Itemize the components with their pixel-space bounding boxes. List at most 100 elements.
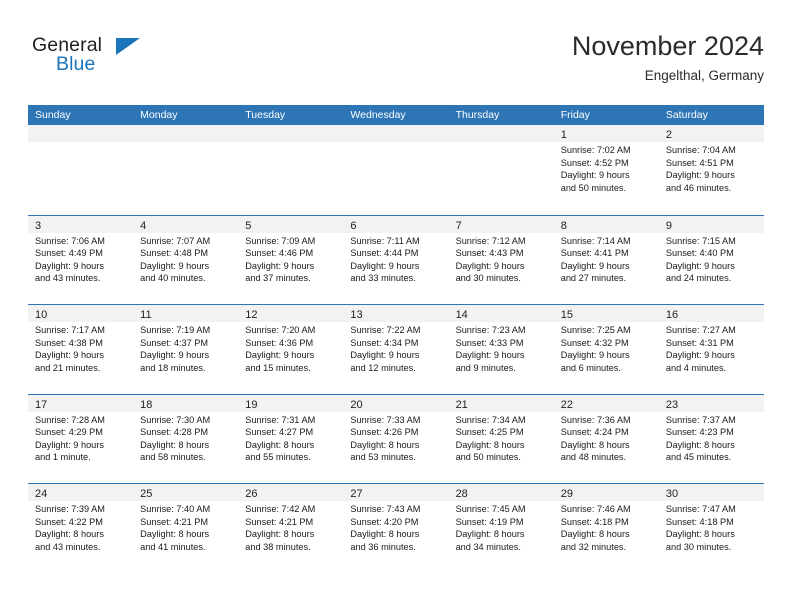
day-number-band: 7 — [448, 215, 554, 233]
calendar-day-cell[interactable]: 3 Sunrise: 7:06 AM Sunset: 4:49 PM Daylight… — [28, 215, 134, 305]
daylight-text-line2: and 34 minutes. — [455, 541, 521, 552]
calendar-day-cell[interactable]: 22 Sunrise: 7:36 AM Sunset: 4:24 PM Dayligh… — [553, 394, 659, 484]
day-number: 16 — [665, 309, 679, 321]
sunrise-text: Sunrise: 7:11 AM — [350, 235, 420, 246]
calendar-day-cell[interactable]: 28 Sunrise: 7:45 AM Sunset: 4:19 PM Dayligh… — [448, 484, 554, 573]
calendar-day-cell[interactable]: 12 Sunrise: 7:20 AM Sunset: 4:36 PM Dayligh… — [238, 305, 344, 394]
sunrise-text: Sunrise: 7:37 AM — [665, 414, 736, 425]
page-title: November 2024 — [571, 31, 764, 61]
sunrise-text: Sunrise: 7:20 AM — [245, 325, 316, 335]
page-subtitle: Engelthal, Germany — [644, 68, 764, 83]
day-details: Sunrise: 7:15 AM Sunset: 4:40 PM Daylight:… — [659, 233, 764, 285]
sunrise-text: Sunrise: 7:31 AM — [245, 414, 316, 425]
day-number-band — [343, 125, 449, 142]
daylight-text-line2: and 32 minutes. — [560, 541, 627, 552]
daylight-text-line2: and 18 minutes. — [140, 362, 206, 373]
daylight-text-line2: and 55 minutes. — [245, 452, 311, 463]
sunset-text: Sunset: 4:23 PM — [665, 427, 734, 438]
calendar-day-cell[interactable]: 5 Sunrise: 7:09 AM Sunset: 4:46 PM Daylight… — [238, 215, 344, 305]
calendar-day-cell[interactable]: 6 Sunrise: 7:11 AM Sunset: 4:44 PM Daylight… — [343, 215, 449, 305]
calendar-day-cell[interactable]: 17 Sunrise: 7:28 AM Sunset: 4:29 PM Dayligh… — [28, 394, 134, 484]
day-details: Sunrise: 7:33 AM Sunset: 4:26 PM Daylight:… — [343, 412, 448, 464]
day-number-band: 5 — [238, 215, 344, 233]
calendar-day-cell-empty — [343, 125, 449, 215]
calendar-day-cell[interactable]: 9 Sunrise: 7:15 AM Sunset: 4:40 PM Daylight… — [658, 215, 764, 305]
sunrise-text: Sunrise: 7:30 AM — [140, 414, 211, 425]
sunset-text: Sunset: 4:32 PM — [560, 337, 629, 348]
calendar-day-cell[interactable]: 15 Sunrise: 7:25 AM Sunset: 4:32 PM Dayligh… — [553, 305, 659, 394]
calendar-day-cell[interactable]: 1 Sunrise: 7:02 AM Sunset: 4:52 PM Daylight… — [553, 125, 659, 215]
calendar-day-cell[interactable]: 4 Sunrise: 7:07 AM Sunset: 4:48 PM Daylight… — [133, 215, 239, 305]
sunrise-text: Sunrise: 7:28 AM — [35, 414, 105, 425]
daylight-text-line1: Daylight: 9 hours — [245, 350, 315, 361]
daylight-text-line1: Daylight: 8 hours — [245, 529, 315, 540]
calendar-day-cell[interactable]: 13 Sunrise: 7:22 AM Sunset: 4:34 PM Dayligh… — [343, 305, 449, 394]
calendar-day-cell[interactable]: 10 Sunrise: 7:17 AM Sunset: 4:38 PM Dayligh… — [28, 305, 134, 394]
day-number-band: 12 — [238, 305, 344, 322]
daylight-text-line1: Daylight: 9 hours — [35, 260, 104, 271]
sunrise-text: Sunrise: 7:45 AM — [455, 504, 526, 514]
daylight-text-line2: and 48 minutes. — [560, 452, 627, 463]
calendar-day-cell[interactable]: 11 Sunrise: 7:19 AM Sunset: 4:37 PM Dayligh… — [133, 305, 239, 394]
day-number: 6 — [350, 219, 357, 232]
calendar-day-cell[interactable]: 24 Sunrise: 7:39 AM Sunset: 4:22 PM Dayligh… — [28, 484, 134, 573]
daylight-text-line1: Daylight: 8 hours — [560, 529, 630, 540]
weekday-header-friday: Friday — [560, 109, 590, 121]
daylight-text-line2: and 30 minutes. — [455, 273, 521, 284]
day-number-band: 2 — [658, 125, 764, 142]
day-details: Sunrise: 7:47 AM Sunset: 4:18 PM Daylight:… — [659, 501, 764, 553]
day-number: 13 — [350, 309, 363, 321]
calendar-day-cell[interactable]: 19 Sunrise: 7:31 AM Sunset: 4:27 PM Dayligh… — [238, 394, 344, 484]
day-number: 21 — [455, 398, 468, 411]
calendar-day-cell[interactable]: 21 Sunrise: 7:34 AM Sunset: 4:25 PM Dayligh… — [448, 394, 554, 484]
calendar-day-cell[interactable]: 14 Sunrise: 7:23 AM Sunset: 4:33 PM Dayligh… — [448, 305, 554, 394]
day-number-band — [238, 125, 344, 142]
calendar-day-cell-empty — [28, 125, 134, 215]
daylight-text-line1: Daylight: 8 hours — [350, 529, 420, 540]
daylight-text-line2: and 46 minutes. — [665, 182, 732, 193]
weekday-header-row: Sunday Monday Tuesday Wednesday Thursday Frid… — [28, 105, 764, 125]
day-details: Sunrise: 7:46 AM Sunset: 4:18 PM Daylight:… — [554, 501, 659, 553]
calendar-day-cell-empty — [238, 125, 344, 215]
day-number-band: 9 — [658, 215, 764, 233]
general-blue-logo[interactable]: General Blue — [32, 34, 162, 86]
day-number: 25 — [140, 488, 153, 500]
day-number: 1 — [560, 129, 567, 141]
daylight-text-line2: and 38 minutes. — [245, 541, 311, 552]
daylight-text-line1: Daylight: 9 hours — [455, 260, 525, 271]
calendar-day-cell[interactable]: 16 Sunrise: 7:27 AM Sunset: 4:31 PM Dayligh… — [658, 305, 764, 394]
calendar-day-cell[interactable]: 2 Sunrise: 7:04 AM Sunset: 4:51 PM Daylight… — [658, 125, 764, 215]
daylight-text-line1: Daylight: 9 hours — [35, 439, 104, 450]
day-number: 19 — [245, 398, 258, 411]
calendar-day-cell[interactable]: 20 Sunrise: 7:33 AM Sunset: 4:26 PM Dayligh… — [343, 394, 449, 484]
day-number: 4 — [140, 219, 147, 232]
calendar-day-cell[interactable]: 18 Sunrise: 7:30 AM Sunset: 4:28 PM Dayligh… — [133, 394, 239, 484]
weekday-header-monday: Monday — [140, 109, 178, 121]
sunset-text: Sunset: 4:44 PM — [350, 248, 419, 259]
calendar-day-cell[interactable]: 30 Sunrise: 7:47 AM Sunset: 4:18 PM Dayligh… — [658, 484, 764, 573]
daylight-text-line1: Daylight: 8 hours — [140, 439, 210, 450]
sunset-text: Sunset: 4:27 PM — [245, 427, 314, 438]
calendar-day-cell[interactable]: 26 Sunrise: 7:42 AM Sunset: 4:21 PM Dayligh… — [238, 484, 344, 573]
sunrise-text: Sunrise: 7:09 AM — [245, 235, 316, 246]
day-details: Sunrise: 7:22 AM Sunset: 4:34 PM Daylight:… — [343, 322, 448, 374]
calendar-day-cell[interactable]: 23 Sunrise: 7:37 AM Sunset: 4:23 PM Dayligh… — [658, 394, 764, 484]
daylight-text-line2: and 30 minutes. — [665, 541, 732, 552]
day-number: 28 — [455, 488, 468, 500]
sunrise-text: Sunrise: 7:07 AM — [140, 235, 211, 246]
day-number: 8 — [560, 219, 567, 232]
calendar-week-row: 3 Sunrise: 7:06 AM Sunset: 4:49 PM Daylight… — [28, 214, 764, 305]
sunset-text: Sunset: 4:49 PM — [35, 248, 103, 259]
weekday-header-saturday: Saturday — [665, 109, 708, 121]
sunset-text: Sunset: 4:52 PM — [560, 157, 629, 168]
calendar-day-cell[interactable]: 8 Sunrise: 7:14 AM Sunset: 4:41 PM Daylight… — [553, 215, 659, 305]
calendar-day-cell[interactable]: 29 Sunrise: 7:46 AM Sunset: 4:18 PM Dayligh… — [553, 484, 659, 573]
sunset-text: Sunset: 4:40 PM — [665, 248, 734, 259]
weekday-header-tuesday: Tuesday — [245, 109, 286, 121]
calendar-day-cell[interactable]: 27 Sunrise: 7:43 AM Sunset: 4:20 PM Dayligh… — [343, 484, 449, 573]
calendar-day-cell[interactable]: 7 Sunrise: 7:12 AM Sunset: 4:43 PM Daylight… — [448, 215, 554, 305]
daylight-text-line2: and 43 minutes. — [35, 273, 101, 284]
calendar-day-cell[interactable]: 25 Sunrise: 7:40 AM Sunset: 4:21 PM Dayligh… — [133, 484, 239, 573]
day-number-band: 23 — [658, 394, 764, 412]
daylight-text-line2: and 6 minutes. — [560, 362, 621, 373]
